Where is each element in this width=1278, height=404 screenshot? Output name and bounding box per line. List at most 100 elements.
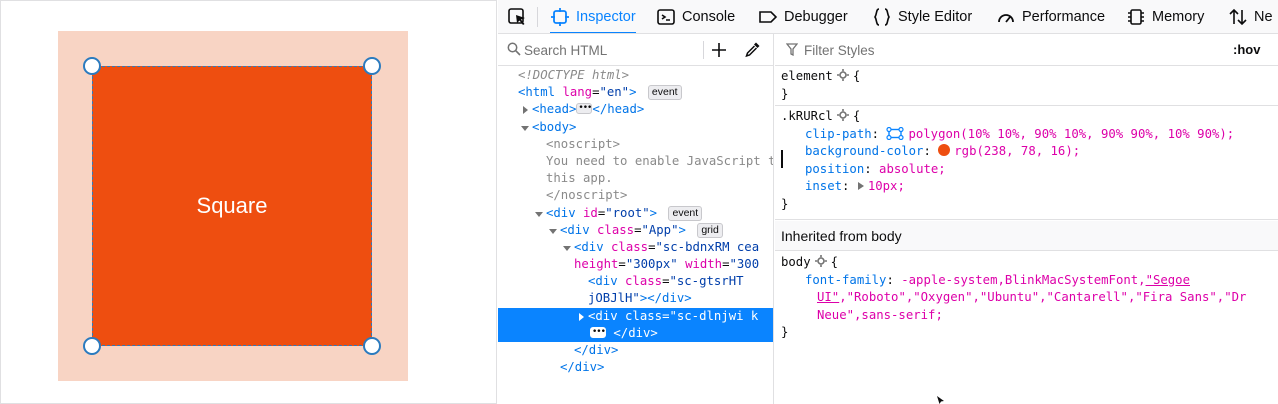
property-value: ,"Roboto","Oxygen","Ubuntu","Cantarell",… — [839, 290, 1247, 304]
clip-handle-top-left[interactable] — [83, 57, 101, 75]
node-tag: body — [539, 119, 570, 134]
tab-console[interactable]: Console — [656, 0, 736, 33]
property-name[interactable]: font-family — [805, 273, 886, 287]
tree-node-root[interactable]: <div id="root"> event — [498, 205, 773, 222]
element-picker-icon[interactable] — [506, 6, 528, 28]
collapsed-ellipsis-icon[interactable] — [590, 324, 606, 341]
tree-node-head[interactable]: <head> </head> — [498, 100, 773, 118]
node-close-tag: </div> — [613, 325, 658, 340]
clip-handle-bottom-right[interactable] — [363, 337, 381, 355]
declaration-background-color[interactable]: background-color: rgb(238, 78, 16); — [775, 143, 1278, 161]
collapsed-ellipsis-icon[interactable] — [576, 100, 593, 118]
rule-selector-line: .kRURcl { — [775, 108, 1278, 126]
node-attr-value: jOBJlH" — [588, 291, 640, 306]
color-swatch[interactable] — [938, 144, 951, 156]
property-value[interactable]: -apple-system,BlinkMacSystemFont, — [901, 273, 1145, 287]
gear-icon[interactable] — [836, 109, 849, 121]
node-close-tag: </head> — [592, 102, 645, 117]
filter-styles-bar: :hov — [775, 34, 1278, 66]
performance-icon — [998, 14, 1014, 23]
tab-label: Inspector — [576, 9, 636, 25]
tab-memory[interactable]: Memory — [1126, 0, 1204, 33]
declaration-font-family[interactable]: font-family: -apple-system,BlinkMacSyste… — [775, 272, 1278, 290]
property-value[interactable]: absolute; — [879, 162, 946, 176]
tab-performance[interactable]: Performance — [996, 0, 1105, 33]
property-name[interactable]: background-color — [805, 144, 923, 158]
property-value[interactable]: polygon(10% 10%, 90% 10%, 90% 90%, 10% 9… — [908, 127, 1234, 141]
tab-label: Ne — [1254, 9, 1273, 25]
property-name[interactable]: clip-path — [805, 127, 872, 141]
square-label: Square — [196, 193, 268, 218]
element-rule: element { } — [775, 66, 1278, 106]
noscript-open-tag: <noscript> — [546, 136, 621, 151]
property-name[interactable]: position — [805, 162, 864, 176]
declaration-position[interactable]: position: absolute; — [775, 161, 1278, 179]
tree-node-close-div[interactable]: </div> — [498, 359, 773, 376]
collapse-arrow-icon[interactable] — [534, 209, 544, 219]
clip-handle-top-right[interactable] — [363, 57, 381, 75]
doctype-text: <!DOCTYPE html> — [518, 68, 630, 82]
filter-styles-input[interactable] — [804, 40, 1104, 60]
tab-label: Console — [682, 9, 736, 25]
collapse-arrow-icon[interactable] — [548, 226, 558, 236]
node-open-tag: <head> — [532, 102, 577, 117]
grid-badge[interactable]: grid — [697, 222, 723, 238]
tree-node-body[interactable]: <body> — [498, 119, 773, 136]
tree-node-noscript-close: </noscript> — [498, 187, 773, 204]
gear-icon[interactable] — [836, 69, 849, 81]
brace-open: { — [852, 69, 861, 83]
shape-editor-icon[interactable] — [886, 126, 905, 140]
clip-handle-bottom-left[interactable] — [83, 337, 101, 355]
search-html-input[interactable] — [524, 40, 699, 60]
node-close-tag: </div> — [560, 360, 605, 375]
eyedropper-icon[interactable] — [744, 40, 762, 58]
node-attr: height — [574, 257, 619, 272]
expand-arrow-icon[interactable] — [576, 312, 586, 322]
property-value[interactable]: rgb(238, 78, 16); — [954, 144, 1080, 158]
tree-node-selected[interactable]: <div class="sc-dlnjwi k — [498, 307, 773, 325]
tab-style-editor[interactable]: Style Editor — [872, 0, 972, 33]
tree-node-selected-cont[interactable]: </div> — [498, 324, 773, 342]
collapse-arrow-icon[interactable] — [520, 123, 530, 133]
add-node-icon[interactable] — [709, 40, 729, 60]
tree-node-noscript[interactable]: <noscript> — [498, 136, 773, 153]
gear-icon[interactable] — [814, 255, 827, 267]
collapse-arrow-icon[interactable] — [562, 243, 572, 253]
tab-label: Debugger — [784, 9, 848, 25]
expand-arrow-icon[interactable] — [520, 105, 530, 115]
tab-network[interactable]: Ne — [1228, 0, 1273, 33]
tree-node-doctype[interactable]: <!DOCTYPE html> — [498, 67, 773, 84]
node-attr: class — [597, 222, 635, 237]
tree-node-app[interactable]: <div class="App"> grid — [498, 222, 773, 239]
tree-node-gtsr[interactable]: <div class="sc-gtsrHT — [498, 273, 773, 290]
node-close-tag: ></div> — [639, 291, 692, 306]
toolbar-separator — [537, 7, 538, 27]
property-value[interactable]: 10px; — [868, 179, 905, 193]
node-tag: div — [595, 308, 618, 323]
node-attr-value: "sc-dlnjwi k — [669, 308, 759, 323]
style-editor-icon — [874, 8, 890, 26]
hover-pseudo-toggle[interactable]: :hov — [1233, 42, 1260, 57]
declaration-inset[interactable]: inset: 10px; — [775, 178, 1278, 196]
tab-inspector[interactable]: Inspector — [550, 0, 636, 33]
console-icon — [657, 9, 675, 25]
node-tag: div — [553, 205, 576, 220]
tree-node-svg-div[interactable]: <div class="sc-bdnxRM cea — [498, 239, 773, 256]
expand-arrow-icon[interactable] — [857, 181, 865, 191]
node-tag: div — [567, 222, 590, 237]
memory-icon — [1128, 9, 1144, 25]
inherited-header: Inherited from body — [775, 221, 1278, 251]
tree-node-html[interactable]: <html lang="en"> event — [498, 84, 773, 101]
search-icon — [507, 42, 521, 56]
event-badge[interactable]: event — [668, 205, 703, 221]
declaration-clip-path[interactable]: clip-path: polygon(10% 10%, 90% 10%, 90%… — [775, 126, 1278, 144]
event-badge[interactable]: event — [647, 85, 682, 101]
tab-debugger[interactable]: Debugger — [758, 0, 848, 33]
markup-panel: <!DOCTYPE html> <html lang="en"> event <… — [498, 34, 774, 404]
font-link[interactable]: "Segoe — [1146, 273, 1190, 287]
node-attr: id — [583, 205, 598, 220]
font-link[interactable]: UI" — [817, 290, 839, 304]
tree-node-close-div[interactable]: </div> — [498, 342, 773, 359]
property-name[interactable]: inset — [805, 179, 842, 193]
noscript-text-line-1: You need to enable JavaScript to run thi… — [498, 153, 773, 170]
